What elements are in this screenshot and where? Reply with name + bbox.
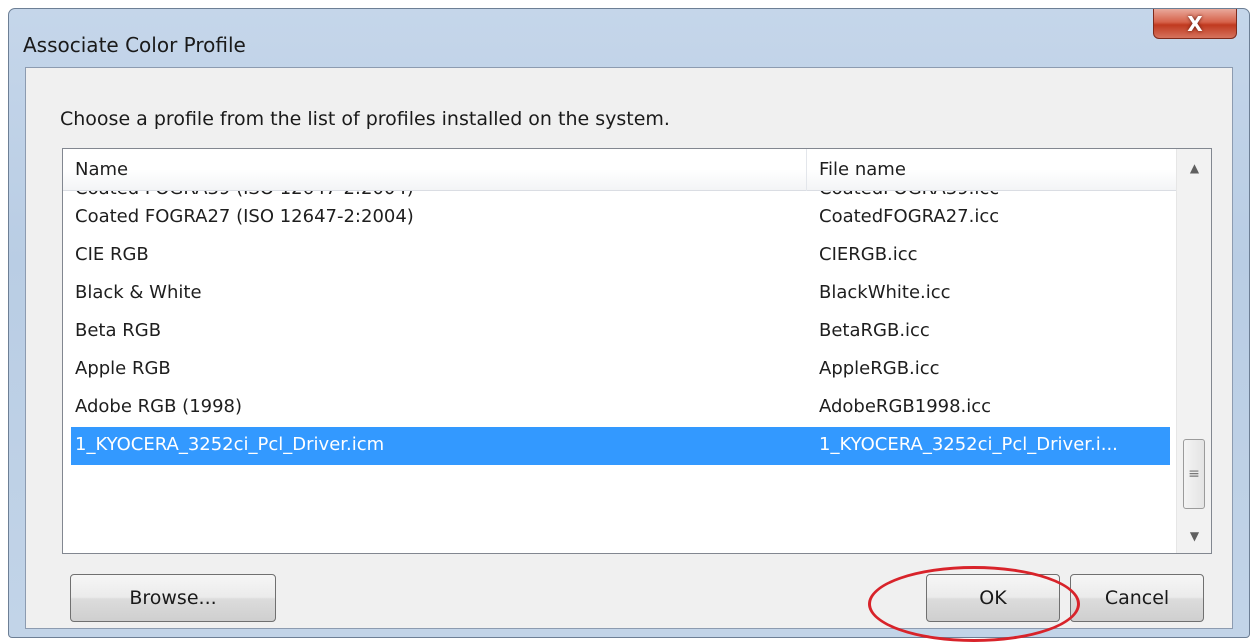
scroll-thumb[interactable]: ≡	[1183, 439, 1205, 509]
item-name: 1_KYOCERA_3252ci_Pcl_Driver.icm	[75, 434, 385, 455]
instruction-text: Choose a profile from the list of profil…	[60, 108, 670, 130]
item-file-name: 1_KYOCERA_3252ci_Pcl_Driver.i...	[819, 434, 1118, 455]
list-item[interactable]: Apple RGB AppleRGB.icc	[63, 351, 1176, 389]
item-file-name: BlackWhite.icc	[819, 282, 951, 303]
scroll-up-icon[interactable]: ▲	[1177, 153, 1211, 183]
list-item[interactable]: Black & White BlackWhite.icc	[63, 275, 1176, 313]
list-item[interactable]: Adobe RGB (1998) AdobeRGB1998.icc	[63, 389, 1176, 427]
list-item[interactable]: Coated FOGRA39 (ISO 12647-2:2004) Coated…	[63, 191, 1176, 199]
item-file-name: AdobeRGB1998.icc	[819, 396, 992, 417]
list-item[interactable]: CIE RGB CIERGB.icc	[63, 237, 1176, 275]
item-name: Black & White	[75, 282, 202, 303]
dialog-client-area: Choose a profile from the list of profil…	[25, 67, 1233, 629]
vertical-scrollbar[interactable]: ▲ ≡ ▼	[1176, 149, 1211, 553]
close-button[interactable]: X	[1153, 9, 1237, 39]
item-name: Coated FOGRA39 (ISO 12647-2:2004)	[75, 191, 414, 199]
item-name: CIE RGB	[75, 244, 149, 265]
item-file-name: BetaRGB.icc	[819, 320, 930, 341]
item-name: Apple RGB	[75, 358, 171, 379]
column-header-name[interactable]: Name	[63, 149, 807, 191]
item-name: Coated FOGRA27 (ISO 12647-2:2004)	[75, 206, 414, 227]
dialog-window: Associate Color Profile X Choose a profi…	[8, 8, 1250, 638]
list-item[interactable]: Coated FOGRA27 (ISO 12647-2:2004) Coated…	[63, 199, 1176, 237]
scroll-down-icon[interactable]: ▼	[1177, 521, 1211, 551]
cancel-button[interactable]: Cancel	[1070, 574, 1204, 622]
window-title: Associate Color Profile	[23, 33, 246, 57]
list-item[interactable]: Beta RGB BetaRGB.icc	[63, 313, 1176, 351]
list-item-selected[interactable]: 1_KYOCERA_3252ci_Pcl_Driver.icm 1_KYOCER…	[71, 427, 1170, 465]
ok-highlight-circle	[868, 566, 1080, 642]
item-file-name: CoatedFOGRA27.icc	[819, 206, 1000, 227]
item-file-name: AppleRGB.icc	[819, 358, 940, 379]
list-header: Name File name	[63, 149, 1176, 191]
profile-list[interactable]: Name File name Coated FOGRA39 (ISO 12647…	[62, 148, 1212, 554]
browse-button[interactable]: Browse...	[70, 574, 276, 622]
column-header-file-name[interactable]: File name	[807, 149, 1176, 191]
list-rows: Coated FOGRA39 (ISO 12647-2:2004) Coated…	[63, 191, 1176, 465]
item-file-name: CoatedFOGRA39.icc	[819, 191, 1159, 199]
close-icon: X	[1187, 11, 1203, 36]
title-bar[interactable]: Associate Color Profile X	[9, 9, 1249, 69]
item-name: Beta RGB	[75, 320, 162, 341]
item-name: Adobe RGB (1998)	[75, 396, 243, 417]
item-file-name: CIERGB.icc	[819, 244, 918, 265]
